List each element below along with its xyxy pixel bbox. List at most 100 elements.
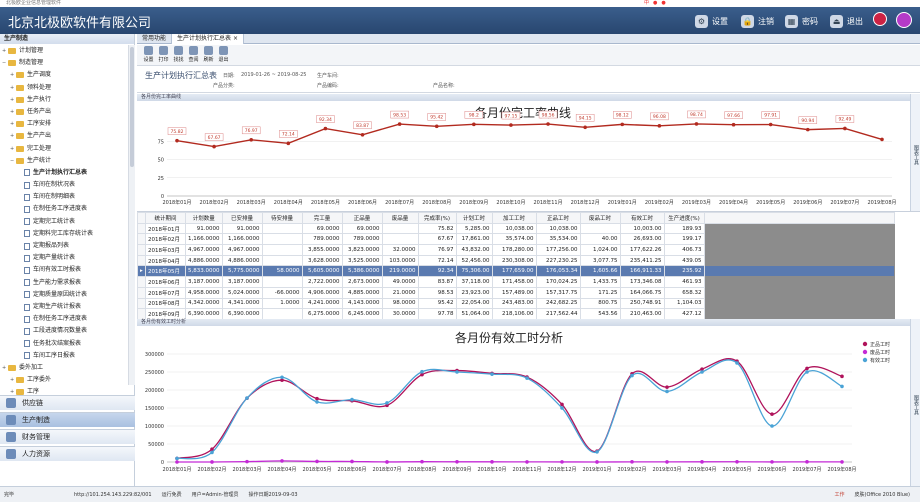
data-point[interactable] [434,124,439,129]
data-point[interactable] [175,460,179,464]
tree-item[interactable]: 车间在制状况表 [0,179,128,191]
sidebar-scrollbar[interactable] [128,45,135,385]
data-point[interactable] [525,460,529,464]
data-point[interactable] [805,370,809,374]
column-header[interactable]: 废品工时 [579,212,621,224]
data-point[interactable] [286,141,291,146]
table-row[interactable]: 2018年03月 4,967.0000 4,967.0000 3,855.0000 3,… [137,244,895,256]
user-avatar[interactable] [896,12,912,28]
tree-item[interactable]: 生产计划执行汇总表 [0,167,128,179]
data-point[interactable] [315,459,319,464]
data-point[interactable] [175,456,179,461]
data-point[interactable] [509,123,513,127]
data-point[interactable] [525,376,529,380]
data-point[interactable] [665,460,669,464]
tree-item[interactable]: − 制造管理 [0,57,128,69]
row-header[interactable] [137,297,146,310]
data-point[interactable] [657,124,662,128]
data-point[interactable] [210,450,214,455]
tree-item[interactable]: + 计划管理 [0,45,128,57]
data-point[interactable] [840,374,844,379]
tree-item[interactable]: 定期料完工库存统计表 [0,228,128,240]
tree-item[interactable]: 在制任务工序进度表 [0,313,128,325]
data-point[interactable] [805,127,810,132]
data-point[interactable] [245,396,249,400]
data-point[interactable] [490,460,494,464]
logout-session-button[interactable]: 🔒 注销 [741,14,774,28]
data-point[interactable] [595,450,599,454]
column-header[interactable]: 废品量 [381,212,419,224]
column-header[interactable]: 有效工时 [619,212,665,224]
data-point[interactable] [843,126,847,131]
data-point[interactable] [175,138,179,143]
data-point[interactable] [583,125,587,130]
row-header[interactable] [137,308,146,319]
column-header[interactable]: 正品量 [341,212,383,224]
tree-item[interactable]: 定期完工统计表 [0,216,128,228]
column-header[interactable]: 待安排量 [261,212,303,224]
toolbar-button[interactable]: 刷新 [202,45,215,65]
toolbar-button[interactable]: 打印 [157,45,170,65]
chart-tools-side[interactable]: 图表工具 [910,94,920,211]
data-point[interactable] [560,460,564,464]
tree-item[interactable]: + 任务产出 [0,106,128,118]
data-point[interactable] [397,122,402,126]
password-button[interactable]: ▦ 密码 [785,14,818,28]
help-icon[interactable] [873,12,887,26]
tree-item[interactable]: + 委外加工 [0,362,128,374]
tree-item[interactable]: 车间有效工时报表 [0,264,128,276]
data-point[interactable] [350,397,354,402]
table-row[interactable]: 2018年02月 1,166.0000 1,166.0000 789.0000 789.… [137,233,895,246]
toolbar-button[interactable]: 退出 [217,45,230,65]
exit-button[interactable]: ⏏ 退出 [830,14,863,28]
data-point[interactable] [694,122,699,126]
accordion-item[interactable]: 供应链 [0,395,135,410]
data-point[interactable] [245,459,249,464]
tree-item[interactable]: 车间在制明细表 [0,191,128,203]
data-point[interactable] [880,137,884,142]
scrollbar-thumb[interactable] [130,47,134,167]
data-point[interactable] [280,375,284,380]
accordion-item[interactable]: 财务管理 [0,429,135,444]
data-point[interactable] [360,132,365,137]
data-point[interactable] [472,122,476,127]
data-point[interactable] [212,144,216,149]
data-point[interactable] [420,369,424,374]
column-header[interactable]: 统计期间 [145,212,186,224]
table-row[interactable]: 2018年09月 6,390.0000 6,390.0000 6,275.0000 6,… [137,308,895,319]
tree-item[interactable]: + 生产产出 [0,130,128,142]
tree-item[interactable]: 定期报品列表 [0,240,128,252]
toolbar-button[interactable]: 查阅 [187,45,200,65]
column-header[interactable]: 已安排量 [221,212,263,224]
toolbar-button[interactable]: 找找 [172,45,185,65]
row-header[interactable] [137,233,146,246]
data-point[interactable] [560,406,564,410]
data-point[interactable] [770,460,774,464]
table-row[interactable]: 2018年08月 4,342.0000 4,341.0000 1.0000 4,241.… [137,297,895,310]
data-point[interactable] [280,459,284,463]
data-point[interactable] [350,459,354,464]
close-icon[interactable]: × [233,35,238,42]
data-point[interactable] [560,402,564,407]
data-point[interactable] [700,460,704,464]
tree-item[interactable]: 定期产量统计表 [0,252,128,264]
data-point[interactable] [735,361,739,365]
column-header[interactable]: 完成率(%) [417,212,457,224]
tray-icon[interactable]: ● [653,0,657,7]
data-point[interactable] [620,122,625,127]
toolbar-button[interactable]: 设置 [142,45,155,65]
table-row[interactable]: 2018年06月 3,187.0000 3,187.0000 2,722.0000 2,… [137,276,895,288]
tree-item[interactable]: + 工序安排 [0,118,128,130]
accordion-item[interactable]: 生产制造 [0,412,135,427]
data-point[interactable] [665,389,669,394]
table-row[interactable]: 2018年07月 4,958.0000 5,024.0000 -66.0000 4,90… [137,286,895,299]
data-point[interactable] [490,372,494,376]
tray-icon[interactable]: ● [661,0,665,7]
column-header[interactable]: 计划工时 [455,212,493,224]
data-point[interactable] [546,122,550,126]
data-point[interactable] [770,412,774,416]
data-point[interactable] [630,460,634,464]
row-header[interactable] [137,244,146,256]
row-header[interactable] [137,286,146,299]
table-row[interactable]: 2018年04月 4,886.0000 4,886.0000 3,628.0000 3,… [137,254,895,267]
